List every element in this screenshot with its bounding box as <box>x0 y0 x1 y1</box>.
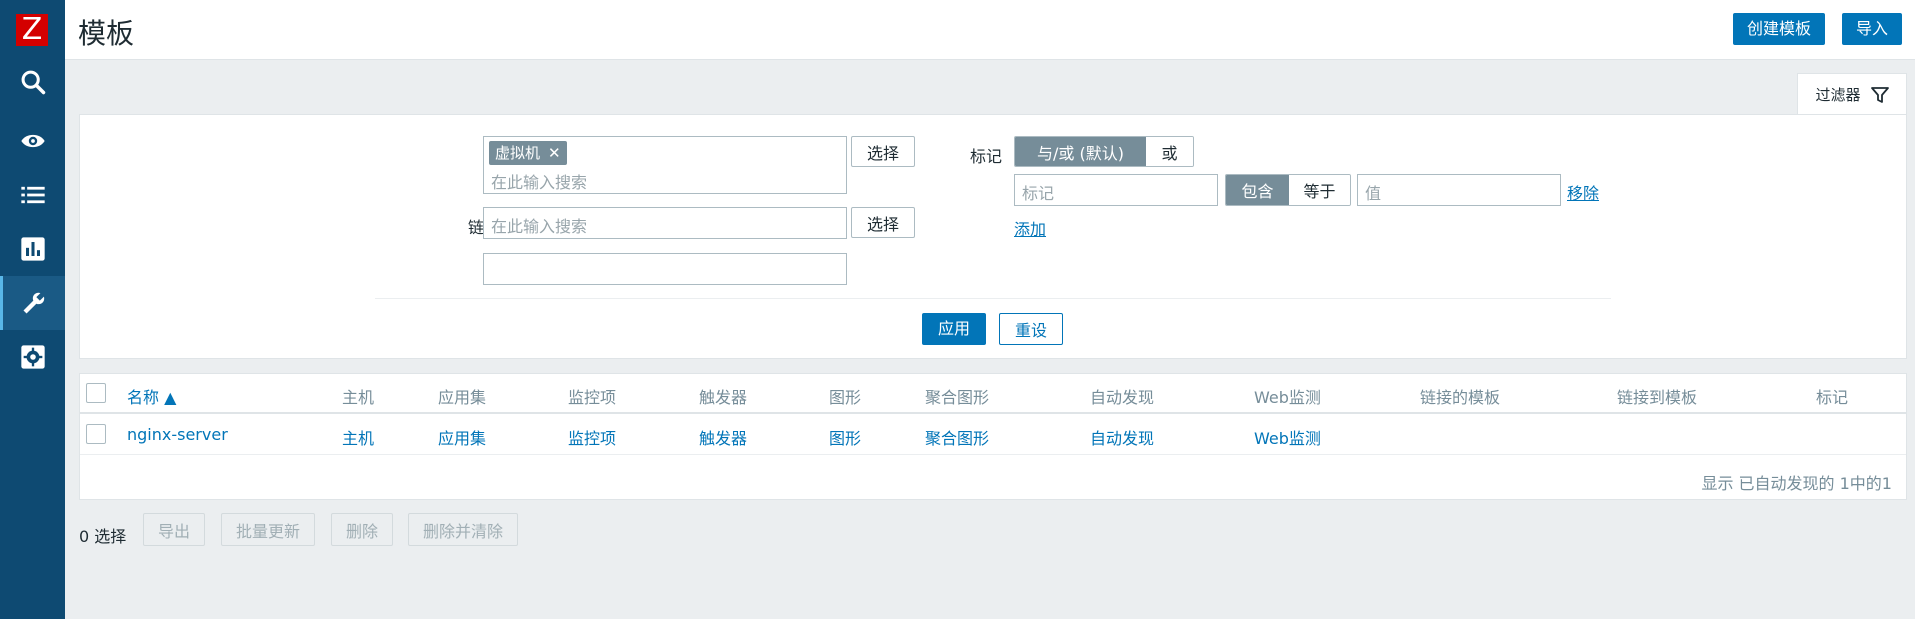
filter-tab-label: 过滤器 <box>1815 86 1861 104</box>
search-icon[interactable] <box>0 55 65 109</box>
op-equals-option[interactable]: 等于 <box>1289 175 1350 205</box>
screens-link[interactable]: 聚合图形 <box>925 425 989 449</box>
eye-icon[interactable] <box>0 114 65 168</box>
export-button[interactable]: 导出 <box>143 513 206 546</box>
col-web-header: Web监测 <box>1254 388 1321 407</box>
items-link[interactable]: 监控项 <box>568 425 616 449</box>
create-template-button[interactable]: 创建模板 <box>1733 13 1826 45</box>
filter-tab[interactable]: 过滤器 <box>1797 73 1907 115</box>
col-items-header: 监控项 <box>568 388 617 407</box>
linked-templates-select-button[interactable]: 选择 <box>851 207 915 238</box>
web-link[interactable]: Web监测 <box>1254 425 1321 449</box>
apply-button[interactable]: 应用 <box>922 313 986 345</box>
row-checkbox[interactable] <box>86 424 106 444</box>
col-triggers-header: 触发器 <box>699 388 748 407</box>
col-graphs-header: 图形 <box>829 388 862 407</box>
templates-table: 名称 ▲ 主机 应用集 监控项 触发器 图形 聚合图形 自动发现 Web监测 链… <box>79 373 1907 500</box>
host-group-placeholder: 在此输入搜索 <box>491 173 588 192</box>
table-header: 名称 ▲ 主机 应用集 监控项 触发器 图形 聚合图形 自动发现 Web监测 链… <box>80 374 1906 414</box>
linked-templates-input[interactable]: 在此输入搜索 <box>483 207 847 239</box>
list-icon[interactable] <box>0 168 65 222</box>
discovery-link[interactable]: 自动发现 <box>1090 425 1154 449</box>
host-group-chip: 虚拟机 ✕ <box>489 141 567 165</box>
eval-or-option[interactable]: 或 <box>1146 137 1193 166</box>
graphs-link[interactable]: 图形 <box>829 425 861 449</box>
wrench-icon[interactable] <box>0 276 65 330</box>
reset-button[interactable]: 重设 <box>999 313 1063 345</box>
triggers-link[interactable]: 触发器 <box>699 425 747 449</box>
col-hosts-header: 主机 <box>342 388 375 407</box>
sidebar: Z <box>0 0 65 619</box>
linked-templates-placeholder: 在此输入搜索 <box>491 217 588 236</box>
funnel-icon <box>1870 86 1889 103</box>
selected-count: 0 选择 <box>79 527 127 546</box>
gear-icon[interactable] <box>0 330 65 384</box>
name-input[interactable] <box>483 253 847 285</box>
tag-name-input[interactable]: 标记 <box>1014 174 1218 206</box>
add-tag-link[interactable]: 添加 <box>1014 216 1046 240</box>
tag-name-placeholder: 标记 <box>1022 184 1055 203</box>
col-tags-header: 标记 <box>1816 388 1849 407</box>
host-group-select-button[interactable]: 选择 <box>851 136 915 167</box>
col-screens-header: 聚合图形 <box>925 388 990 407</box>
page-title: 模板 <box>78 17 135 50</box>
select-all-checkbox[interactable] <box>86 383 106 403</box>
remove-tag-link[interactable]: 移除 <box>1567 180 1599 204</box>
op-contains-option[interactable]: 包含 <box>1226 175 1289 205</box>
tag-operator-toggle[interactable]: 包含 等于 <box>1225 174 1351 206</box>
filter-divider <box>375 298 1611 299</box>
tag-value-input[interactable]: 值 <box>1357 174 1561 206</box>
filter-panel: 主机群组 虚拟机 ✕ 在此输入搜索 选择 链接的模板 在此输入搜索 选择 名称 … <box>79 114 1907 359</box>
delete-clear-button[interactable]: 删除并清除 <box>408 513 519 546</box>
template-name-link[interactable]: nginx-server <box>127 425 228 444</box>
host-group-multiselect[interactable]: 虚拟机 ✕ 在此输入搜索 <box>483 136 847 194</box>
eval-and-or-option[interactable]: 与/或 (默认) <box>1015 137 1146 166</box>
hosts-link[interactable]: 主机 <box>342 425 374 449</box>
col-discovery-header: 自动发现 <box>1090 388 1155 407</box>
col-name-header[interactable]: 名称 ▲ <box>127 384 176 408</box>
chart-icon[interactable] <box>0 222 65 276</box>
col-apps-header: 应用集 <box>438 388 487 407</box>
host-group-chip-label: 虚拟机 <box>495 144 541 162</box>
tags-label: 标记 <box>969 147 1002 166</box>
zabbix-logo[interactable]: Z <box>16 14 48 46</box>
table-footer: 显示 已自动发现的 1中的1 <box>1701 474 1892 493</box>
apps-link[interactable]: 应用集 <box>438 425 486 449</box>
col-linked-to-templates-header: 链接到模板 <box>1617 388 1698 407</box>
tag-eval-toggle[interactable]: 与/或 (默认) 或 <box>1014 136 1194 167</box>
import-button[interactable]: 导入 <box>1842 13 1903 45</box>
col-linked-templates-header: 链接的模板 <box>1420 388 1501 407</box>
tag-value-placeholder: 值 <box>1365 184 1382 203</box>
delete-button[interactable]: 删除 <box>331 513 394 546</box>
mass-update-button[interactable]: 批量更新 <box>221 513 316 546</box>
table-row: nginx-server 主机 应用集 监控项 触发器 图形 聚合图形 自动发现… <box>80 414 1906 455</box>
page-header: 模板 创建模板 导入 <box>65 0 1915 60</box>
chip-remove-icon[interactable]: ✕ <box>548 141 561 165</box>
